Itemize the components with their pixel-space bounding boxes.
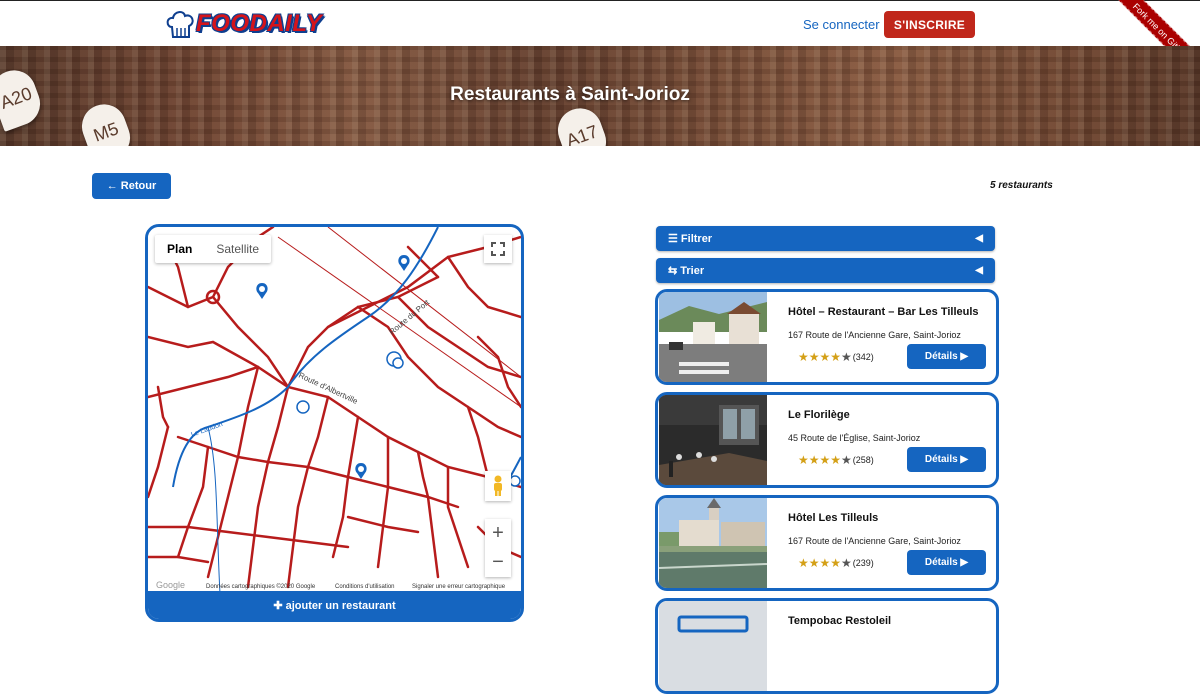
restaurant-card[interactable]: Le Florilège 45 Route de l'Église, Saint… — [655, 392, 999, 488]
caret-left-icon: ◀ — [975, 265, 983, 276]
map-marker-icon[interactable] — [509, 475, 521, 487]
zoom-control: + − — [485, 519, 511, 577]
zoom-out-button[interactable]: − — [485, 548, 511, 577]
map-terms-link[interactable]: Conditions d'utilisation — [335, 584, 395, 590]
chef-hat-icon — [166, 9, 196, 39]
hero-banner: A20 M5 A17 Restaurants à Saint-Jorioz — [0, 46, 1200, 146]
restaurant-name: Hôtel – Restaurant – Bar Les Tilleuls — [788, 306, 979, 318]
restaurant-photo — [659, 498, 767, 588]
star-icon: ★★★★ — [798, 350, 842, 364]
review-count: (342) — [852, 352, 874, 362]
map-card: Route du Port Route d'Albertville Le Lau… — [145, 224, 524, 622]
restaurant-name: Hôtel Les Tilleuls — [788, 512, 879, 524]
google-logo: Google — [156, 580, 186, 590]
logo[interactable]: FOODAILY — [166, 7, 322, 41]
sort-toggle[interactable]: ⇆ Trier ◀ — [656, 258, 995, 283]
half-star-icon: ★ — [841, 453, 852, 467]
zoom-in-button[interactable]: + — [485, 519, 511, 548]
restaurant-photo — [659, 601, 767, 691]
restaurant-count: 5 restaurants — [990, 180, 1053, 191]
restaurant-rating: ★★★★ ★ (258) — [798, 453, 874, 467]
star-icon: ★★★★ — [798, 453, 842, 467]
review-count: (258) — [852, 455, 874, 465]
top-navbar: FOODAILY Se connecter S'INSCRIRE — [0, 0, 1200, 46]
restaurant-address: 167 Route de l'Ancienne Gare, Saint-Jori… — [788, 330, 961, 340]
star-icon: ★★★★ — [798, 556, 842, 570]
caret-left-icon: ◀ — [975, 233, 983, 244]
sort-label: ⇆ Trier — [668, 265, 705, 277]
login-link[interactable]: Se connecter — [803, 17, 880, 32]
half-star-icon: ★ — [841, 556, 852, 570]
map-canvas[interactable]: Route du Port Route d'Albertville Le Lau… — [148, 227, 521, 594]
restaurant-card[interactable]: Hôtel – Restaurant – Bar Les Tilleuls 16… — [655, 289, 999, 385]
fullscreen-button[interactable] — [484, 235, 512, 263]
fullscreen-icon — [491, 242, 505, 256]
logo-text: FOODAILY — [196, 10, 323, 37]
map-report-link[interactable]: Signaler une erreur cartographique — [412, 584, 505, 590]
details-button[interactable]: Détails ▶ — [907, 550, 986, 575]
chef-hat-marker-icon[interactable] — [296, 400, 310, 414]
page-title: Restaurants à Saint-Jorioz — [450, 84, 690, 105]
restaurant-address: 167 Route de l'Ancienne Gare, Saint-Jori… — [788, 536, 961, 546]
review-count: (239) — [852, 558, 874, 568]
restaurant-photo — [659, 292, 767, 382]
back-button[interactable]: ← Retour — [92, 173, 171, 199]
details-button[interactable]: Détails ▶ — [907, 447, 986, 472]
tab-satellite[interactable]: Satellite — [204, 235, 271, 263]
restaurant-card[interactable]: Hôtel Les Tilleuls 167 Route de l'Ancien… — [655, 495, 999, 591]
restaurant-rating: ★★★★ ★ (239) — [798, 556, 874, 570]
restaurant-address: 45 Route de l'Église, Saint-Jorioz — [788, 433, 921, 443]
street-view-pegman[interactable] — [485, 471, 511, 501]
map-data-credit: Données cartographiques ©2020 Google — [206, 584, 316, 590]
details-button[interactable]: Détails ▶ — [907, 344, 986, 369]
signup-button[interactable]: S'INSCRIRE — [884, 11, 975, 38]
restaurant-name: Tempobac Restoleil — [788, 615, 892, 627]
tab-plan[interactable]: Plan — [155, 235, 204, 263]
restaurant-rating: ★★★★ ★ (342) — [798, 350, 874, 364]
half-star-icon: ★ — [841, 350, 852, 364]
restaurant-name: Le Florilège — [788, 409, 850, 421]
filter-toggle[interactable]: ☰ Filtrer ◀ — [656, 226, 995, 251]
filter-label: ☰ Filtrer — [668, 233, 713, 245]
add-restaurant-button[interactable]: ✚ ajouter un restaurant — [148, 591, 521, 619]
pegman-icon — [494, 475, 502, 496]
restaurant-card[interactable]: Tempobac Restoleil — [655, 598, 999, 694]
restaurant-photo — [659, 395, 767, 485]
map-type-tabs: Plan Satellite — [155, 235, 272, 263]
